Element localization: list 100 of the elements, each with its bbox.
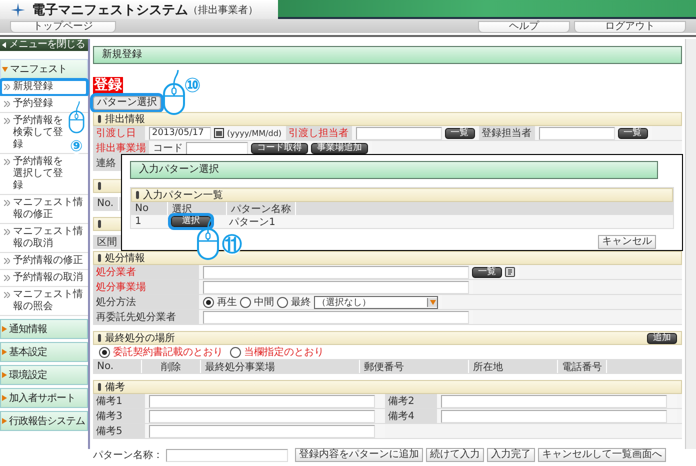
cancel-button[interactable]: キャンセル (598, 235, 656, 249)
text-field[interactable] (203, 266, 469, 278)
chevron-icon (4, 258, 10, 264)
mouse-icon (68, 100, 85, 134)
radio-button[interactable] (240, 296, 251, 308)
radio-label: 委託契約書記載のとおり (113, 346, 223, 359)
menu-item[interactable]: 予約登録 (0, 96, 88, 113)
field-label: 処分方法 (93, 295, 199, 309)
header-tab[interactable]: ログアウト (574, 21, 686, 33)
menu-group[interactable]: 通知情報 (0, 319, 88, 339)
field-label: 排出事業場 (93, 141, 149, 155)
text-field[interactable] (441, 410, 667, 422)
select-button[interactable]: 選択 (171, 216, 211, 227)
app-subtitle: （排出事業者） (188, 4, 258, 16)
menu-group[interactable]: 加入者サポート (0, 388, 88, 408)
action-button[interactable]: 入力完了 (487, 448, 535, 462)
menu-item[interactable]: マニフェスト情報の修正 (0, 195, 88, 224)
action-button[interactable]: 登録内容をパターンに追加 (295, 448, 423, 462)
text-field[interactable] (149, 394, 375, 408)
chevron-icon (4, 101, 10, 107)
menu-item[interactable]: マニフェスト情報の照会 (0, 287, 88, 316)
radio-button[interactable] (99, 346, 110, 358)
column-header: 最終処分事業場 (201, 360, 360, 373)
field-label: 再委託先処分業者 (93, 310, 199, 324)
chevron-icon (4, 229, 10, 235)
date-format-hint: (yyyy/MM/dd) (227, 128, 282, 138)
field-label: 処分業者 (93, 265, 199, 279)
column-header: 削除 (142, 360, 201, 373)
field-label: 備考1 (93, 394, 145, 408)
radio-button[interactable] (277, 296, 288, 308)
chevron-icon (4, 275, 10, 281)
list-button[interactable]: 一覧 (472, 266, 502, 278)
section-header: 排出情報 (93, 112, 682, 126)
section-header: 備考 (93, 380, 682, 394)
app-title: 電子マニフェストシステム (32, 2, 188, 18)
code-field[interactable] (186, 142, 248, 154)
text-field[interactable] (538, 126, 615, 140)
text-field[interactable] (203, 280, 469, 294)
field-label: 備考2 (385, 394, 437, 408)
radio-label: 再生 (217, 296, 237, 309)
column-header: No. (93, 360, 142, 373)
menu-group[interactable]: マニフェスト (0, 59, 88, 79)
radio-label: 中間 (254, 296, 274, 309)
text-field[interactable] (356, 126, 442, 140)
radio-button[interactable] (230, 346, 241, 358)
field-label: 引渡し担当者 (286, 126, 352, 140)
menu-item[interactable]: 予約情報の取消 (0, 270, 88, 287)
list-button[interactable]: 一覧 (618, 128, 648, 138)
menu-item[interactable]: 予約情報の修正 (0, 253, 88, 270)
get-code-button[interactable]: コード取得 (251, 142, 308, 154)
header-tab[interactable]: ヘルプ (478, 21, 570, 33)
top-page-tab[interactable]: トップページ (10, 21, 116, 33)
radio-button[interactable] (203, 296, 214, 308)
pattern-name-label: パターン名称： (93, 449, 163, 462)
radio-label: 当欄指定のとおり (244, 346, 324, 359)
field-label: 引渡し日 (93, 126, 145, 140)
field-label: 処分事業場 (93, 280, 199, 294)
column-header: 郵便番号 (360, 360, 469, 373)
field-label: 登録担当者 (478, 126, 535, 140)
list-button[interactable]: 一覧 (444, 128, 475, 138)
add-site-button[interactable]: 事業場追加 (311, 142, 368, 154)
menu-group[interactable]: 環境設定 (0, 365, 88, 385)
dropdown[interactable]: （選択なし） (314, 296, 438, 308)
column-header: 所在地 (469, 360, 558, 373)
menu-group[interactable]: 行政報告システム (0, 411, 88, 431)
logo-icon (10, 2, 26, 18)
pattern-name-field[interactable] (166, 448, 288, 462)
action-button[interactable]: 続けて入力 (426, 448, 484, 462)
section-header: 入力パターン一覧 (131, 188, 673, 202)
code-label: コード (153, 142, 183, 155)
page-title: 新規登録 (93, 46, 682, 64)
scrollbar[interactable] (685, 39, 696, 449)
chevron-icon (4, 292, 10, 298)
text-field[interactable] (149, 410, 375, 422)
chevron-icon (4, 159, 10, 165)
chevron-icon (4, 84, 10, 90)
table-cell-text: 1 (134, 215, 142, 228)
text-field[interactable] (441, 394, 667, 408)
field-label: 備考3 (93, 409, 145, 423)
menu-item[interactable]: 予約情報を選択して登録 (0, 154, 88, 195)
chevron-icon (4, 118, 10, 124)
add-button[interactable]: 追加 (647, 332, 677, 344)
pattern-select-button[interactable]: パターン選択 (93, 96, 161, 110)
collapse-icon (2, 42, 6, 48)
menu-group[interactable]: 基本設定 (0, 342, 88, 362)
date-field[interactable]: 2013/05/17 (149, 126, 211, 140)
action-button[interactable]: キャンセルして一覧画面へ (538, 448, 666, 462)
section-header: 最終処分の場所 追加 (93, 331, 682, 345)
menu-item[interactable]: 新規登録 (0, 79, 88, 96)
text-field[interactable] (149, 424, 375, 438)
dialog-title: 入力パターン選択 (130, 161, 658, 179)
column-header: No. (93, 197, 119, 210)
radio-label: 最終 (291, 296, 311, 309)
calendar-icon[interactable] (214, 128, 224, 138)
mode-badge: 登録 (93, 77, 123, 94)
close-menu-button[interactable]: メニューを閉じる (0, 39, 88, 51)
table-cell-text: パターン1 (228, 216, 276, 228)
text-field[interactable] (203, 310, 469, 324)
menu-item[interactable]: マニフェスト情報の取消 (0, 224, 88, 253)
document-icon[interactable] (505, 267, 515, 277)
